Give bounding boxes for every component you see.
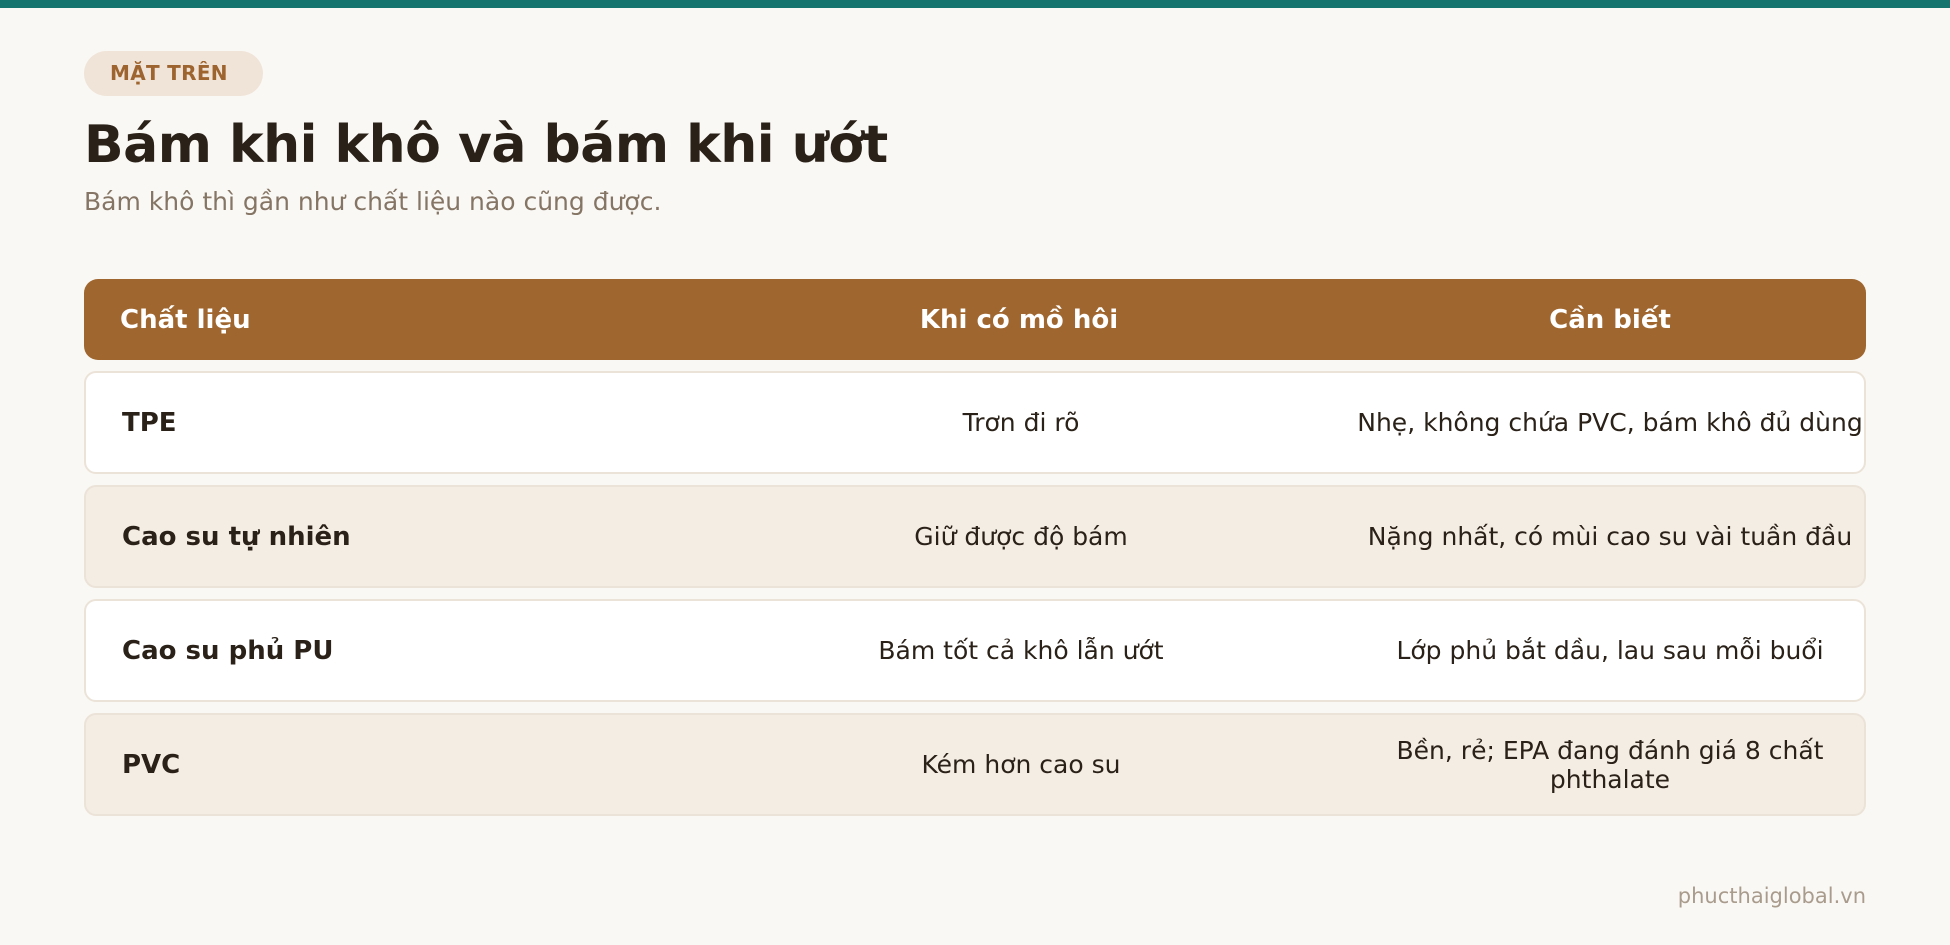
- material-cell: PVC: [122, 749, 181, 780]
- section-badge: MẶT TRÊN: [84, 51, 263, 96]
- note-cell: Nặng nhất, có mùi cao su vài tuần đầu: [1367, 522, 1853, 551]
- note-cell: Lớp phủ bắt dầu, lau sau mỗi buổi: [1396, 636, 1824, 665]
- column-header-material: Chất liệu: [120, 304, 251, 335]
- column-header-note: Cần biết: [1549, 304, 1671, 335]
- sweat-cell: Trơn đi rõ: [962, 408, 1080, 437]
- footer-site-label: phucthaiglobal.vn: [1677, 884, 1866, 908]
- top-accent-bar: [0, 0, 1950, 8]
- column-header-sweat: Khi có mồ hôi: [919, 304, 1119, 335]
- table-header: Chất liệu Khi có mồ hôi Cần biết: [84, 279, 1866, 360]
- sweat-cell: Kém hơn cao su: [921, 750, 1121, 779]
- sweat-cell: Giữ được độ bám: [914, 522, 1128, 551]
- material-cell: Cao su phủ PU: [122, 635, 334, 666]
- note-cell: Nhẹ, không chứa PVC, bám khô đủ dùng: [1357, 408, 1863, 437]
- note-cell: Bền, rẻ; EPA đang đánh giá 8 chất phthal…: [1396, 735, 1824, 794]
- table-row: Cao su tự nhiên Giữ được độ bám Nặng nhấ…: [84, 485, 1866, 588]
- page-subtitle: Bám khô thì gần như chất liệu nào cũng đ…: [84, 187, 662, 217]
- comparison-table: Chất liệu Khi có mồ hôi Cần biết TPE Trơ…: [84, 279, 1866, 816]
- material-cell: Cao su tự nhiên: [122, 521, 351, 552]
- table-row: Cao su phủ PU Bám tốt cả khô lẫn ướt Lớp…: [84, 599, 1866, 702]
- page-title: Bám khi khô và bám khi ướt: [84, 115, 888, 175]
- sweat-cell: Bám tốt cả khô lẫn ướt: [878, 636, 1164, 665]
- table-row: PVC Kém hơn cao su Bền, rẻ; EPA đang đán…: [84, 713, 1866, 816]
- table-row: TPE Trơn đi rõ Nhẹ, không chứa PVC, bám …: [84, 371, 1866, 474]
- header-section: MẶT TRÊN Bám khi khô và bám khi ướt Bám …: [84, 51, 1866, 219]
- material-cell: TPE: [122, 407, 177, 438]
